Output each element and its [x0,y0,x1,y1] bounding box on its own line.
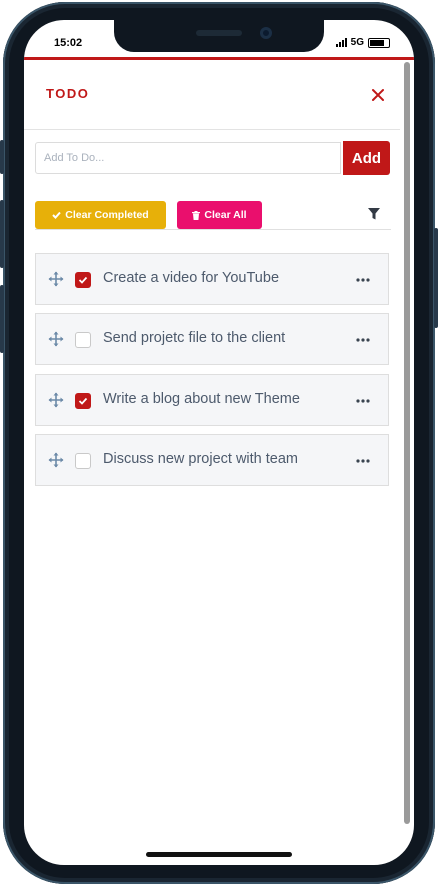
clear-all-button[interactable]: Clear All [177,201,262,229]
scrollbar-thumb[interactable] [404,62,410,824]
todo-text: Send projetc file to the client [103,330,286,346]
todo-checkbox[interactable] [75,332,91,348]
network-type: 5G [350,37,364,48]
todo-item[interactable]: Write a blog about new Theme [35,374,389,426]
actions-divider [35,229,391,230]
clear-all-label: Clear All [204,209,247,221]
notch [114,20,324,52]
more-icon[interactable] [355,398,371,404]
more-icon[interactable] [355,458,371,464]
status-network: 5G [335,37,390,48]
phone-volume-down [0,285,4,353]
move-icon[interactable] [48,452,64,468]
header: TODO [24,60,402,130]
more-icon[interactable] [355,337,371,343]
filter-icon[interactable] [367,207,381,221]
phone-side-button [0,140,4,174]
todo-item[interactable]: Discuss new project with team [35,434,389,486]
phone-power-button [434,228,438,328]
check-icon [78,276,88,284]
todo-text: Write a blog about new Theme [103,391,300,407]
todo-checkbox[interactable] [75,393,91,409]
phone-screen: 15:02 5G TODO Add Clear Completed [24,20,414,865]
status-bar: 15:02 5G [24,20,414,58]
todo-text: Create a video for YouTube [103,270,280,286]
todo-item[interactable]: Send projetc file to the client [35,313,389,365]
check-icon [52,211,62,219]
todo-checkbox[interactable] [75,272,91,288]
phone-volume-up [0,200,4,268]
todo-checkbox[interactable] [75,453,91,469]
trash-icon [192,210,201,220]
add-todo-input[interactable] [35,142,341,174]
move-icon[interactable] [48,392,64,408]
more-icon[interactable] [355,277,371,283]
camera [260,27,272,39]
move-icon[interactable] [48,271,64,287]
close-icon[interactable] [370,87,386,103]
clear-completed-label: Clear Completed [65,209,149,221]
status-time: 15:02 [54,37,83,49]
check-icon [78,397,88,405]
signal-icon [335,38,347,47]
todo-text: Discuss new project with team [103,451,299,467]
header-divider [24,129,400,130]
speaker [196,30,242,36]
move-icon[interactable] [48,331,64,347]
todo-item[interactable]: Create a video for YouTube [35,253,389,305]
add-button[interactable]: Add [343,141,390,175]
clear-completed-button[interactable]: Clear Completed [35,201,166,229]
battery-icon [368,37,390,48]
home-indicator[interactable] [146,852,292,857]
page-title: TODO [46,86,90,101]
